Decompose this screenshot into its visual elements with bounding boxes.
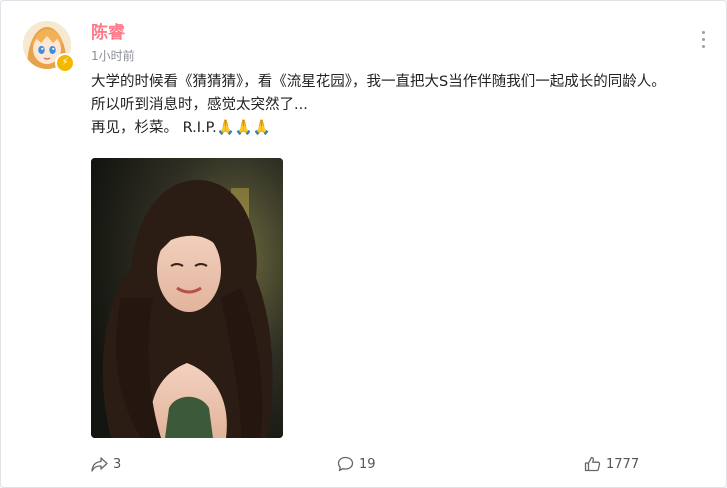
comment-icon xyxy=(337,456,354,472)
comment-count: 19 xyxy=(359,456,376,472)
post-text-line: 再见，杉菜。 R.I.P.🙏🙏🙏 xyxy=(91,120,271,136)
like-count: 1777 xyxy=(606,456,640,472)
lightning-badge-icon: ⚡ xyxy=(55,53,75,73)
share-count: 3 xyxy=(113,456,122,472)
share-button[interactable]: 3 xyxy=(91,454,121,474)
more-options-icon[interactable] xyxy=(698,31,708,51)
post-content: 大学的时候看《猜猜猜》，看《流星花园》，我一直把大S当作伴随我们一起成长的同龄人… xyxy=(91,71,711,140)
portrait-photo xyxy=(91,158,283,438)
post-text-line: 所以听到消息时，感觉太突然了... xyxy=(91,97,308,113)
post-text-line: 大学的时候看《猜猜猜》，看《流星花园》，我一直把大S当作伴随我们一起成长的同龄人… xyxy=(91,74,666,90)
post-photo[interactable] xyxy=(91,158,283,438)
thumbs-up-icon xyxy=(584,456,601,472)
author-name[interactable]: 陈睿 xyxy=(91,18,125,43)
comment-button[interactable]: 19 xyxy=(337,454,376,474)
like-button[interactable]: 1777 xyxy=(584,454,639,474)
share-icon xyxy=(91,456,108,472)
post-card: ⚡ 陈睿 1小时前 大学的时候看《猜猜猜》，看《流星花园》，我一直把大S当作伴随… xyxy=(0,0,727,488)
post-time: 1小时前 xyxy=(91,49,135,63)
